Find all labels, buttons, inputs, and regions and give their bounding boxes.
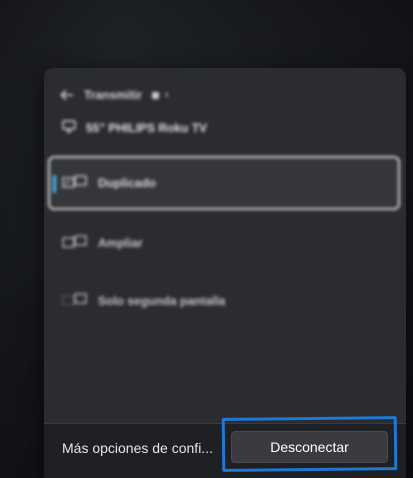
second-screen-only-icon: [62, 292, 88, 310]
mode-label: Ampliar: [98, 236, 143, 250]
mode-extend[interactable]: Ampliar: [48, 216, 400, 270]
mode-label: Duplicado: [98, 176, 157, 190]
chevron-icon: ‹: [165, 89, 169, 101]
mode-duplicate[interactable]: Duplicado: [48, 156, 400, 210]
mode-second-screen-only[interactable]: Solo segunda pantalla: [48, 274, 400, 328]
settings-icon: [152, 91, 160, 99]
back-arrow-icon[interactable]: [60, 89, 74, 101]
device-name: 55" PHILIPS Roku TV: [86, 121, 208, 135]
more-options-link[interactable]: Más opciones de confi...: [62, 440, 213, 456]
blurred-content: Transmitir ‹ 55" PHILIPS Roku TV Duplica…: [44, 68, 406, 423]
mode-label: Solo segunda pantalla: [98, 294, 226, 308]
panel-header: Transmitir ‹: [60, 84, 169, 106]
panel-title: Transmitir: [84, 88, 143, 102]
disconnect-button[interactable]: Desconectar: [231, 431, 388, 463]
extend-display-icon: [62, 234, 88, 252]
cast-flyout-panel: Transmitir ‹ 55" PHILIPS Roku TV Duplica…: [44, 68, 406, 478]
connected-device: 55" PHILIPS Roku TV: [62, 120, 207, 136]
panel-footer: Más opciones de confi... Desconectar: [44, 423, 406, 478]
duplicate-display-icon: [62, 174, 88, 192]
monitor-icon: [62, 120, 76, 136]
selection-indicator: [53, 175, 56, 193]
